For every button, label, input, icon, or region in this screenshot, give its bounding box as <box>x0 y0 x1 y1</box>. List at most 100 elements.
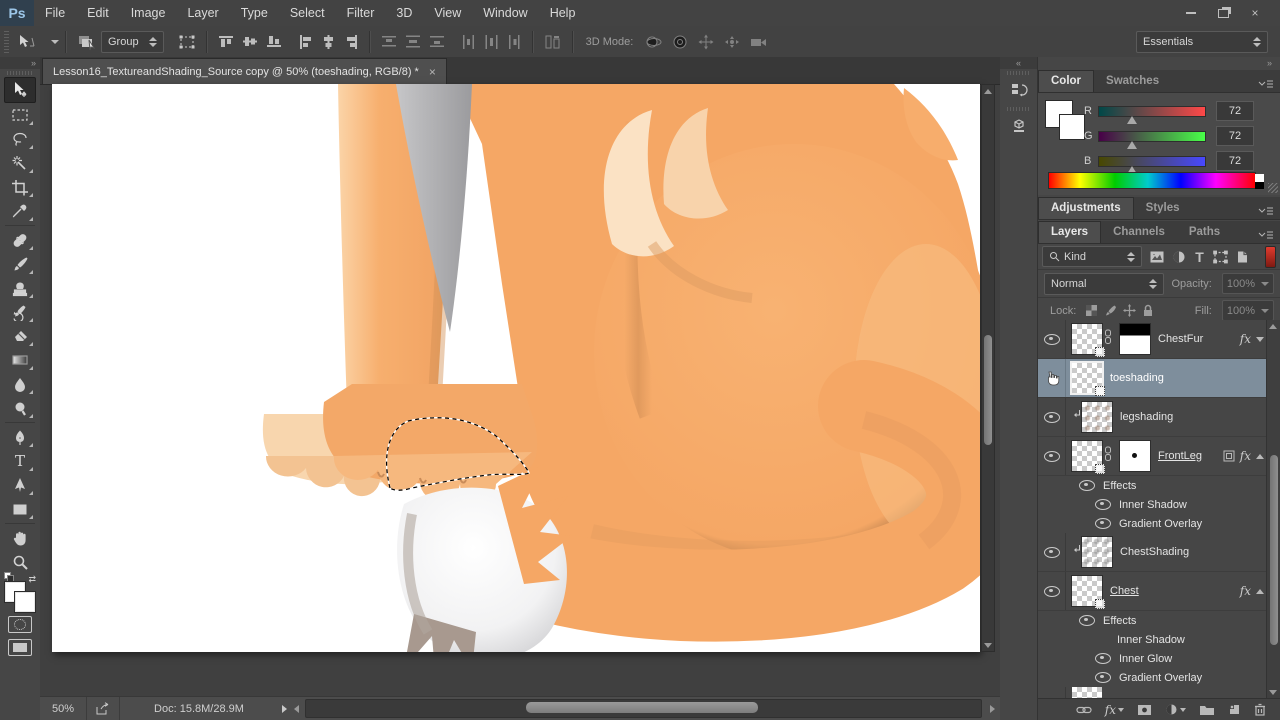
color-background-swatch[interactable] <box>1060 115 1084 139</box>
menu-image[interactable]: Image <box>120 0 177 26</box>
tool-lasso[interactable] <box>5 127 35 151</box>
distribute-horizontal-centers-icon[interactable] <box>480 30 503 54</box>
menu-window[interactable]: Window <box>472 0 538 26</box>
layer-row-toeshading[interactable]: toeshading <box>1038 359 1280 398</box>
eye-icon[interactable] <box>1095 518 1111 529</box>
layer-thumbnail[interactable] <box>1072 363 1105 396</box>
eye-icon[interactable] <box>1095 499 1111 510</box>
blue-slider[interactable] <box>1098 155 1206 174</box>
lock-transparency-icon[interactable] <box>1085 304 1098 317</box>
menu-file[interactable]: File <box>34 0 76 26</box>
layer-thumbnail[interactable] <box>1082 537 1112 567</box>
visibility-toggle[interactable] <box>1038 572 1066 610</box>
fx-badge[interactable]: fx <box>1240 449 1251 463</box>
move-tool-preset-icon[interactable] <box>13 30 41 54</box>
distribute-bottom-edges-icon[interactable] <box>425 30 449 54</box>
distribute-vertical-centers-icon[interactable] <box>401 30 425 54</box>
zoom-level[interactable]: 50% <box>40 703 86 715</box>
collapse-effects-icon[interactable] <box>1256 588 1264 594</box>
tool-blur[interactable] <box>5 372 35 396</box>
layer-thumbnail[interactable] <box>1072 576 1105 609</box>
scroll-down-icon[interactable] <box>982 639 994 651</box>
eye-icon[interactable] <box>1095 672 1111 683</box>
blend-mode-dropdown[interactable]: Normal <box>1044 272 1164 295</box>
fx-badge[interactable]: fx <box>1240 332 1251 346</box>
filter-kind-dropdown[interactable]: Kind <box>1042 246 1142 267</box>
tool-crop[interactable] <box>5 175 35 199</box>
align-right-edges-icon[interactable] <box>340 30 363 54</box>
align-left-edges-icon[interactable] <box>294 30 317 54</box>
layer-row-frontleg[interactable]: FrontLeg fx <box>1038 437 1280 476</box>
history-panel-icon[interactable] <box>1005 77 1033 103</box>
align-horizontal-centers-icon[interactable] <box>317 30 340 54</box>
blue-value[interactable]: 72 <box>1216 151 1254 171</box>
swap-colors-icon[interactable]: ⇄ <box>28 574 36 585</box>
document-tab[interactable]: Lesson16_TextureandShading_Source copy @… <box>42 58 447 84</box>
eye-icon[interactable] <box>1043 333 1060 345</box>
canvas-horizontal-scrollbar[interactable] <box>304 699 982 718</box>
lock-pixels-icon[interactable] <box>1104 304 1117 317</box>
layer-row-chest[interactable]: Chest fx <box>1038 572 1280 611</box>
add-layer-mask-icon[interactable] <box>1137 704 1152 716</box>
lock-position-icon[interactable] <box>1123 304 1137 317</box>
effect-row-inner-shadow[interactable]: Inner Shadow <box>1038 495 1280 514</box>
tab-color[interactable]: Color <box>1038 70 1095 92</box>
layer-mask-thumbnail[interactable] <box>1120 324 1150 354</box>
green-slider-thumb[interactable] <box>1126 140 1137 149</box>
visibility-toggle[interactable] <box>1038 398 1066 436</box>
tab-close-icon[interactable]: × <box>429 65 436 79</box>
tool-path-selection[interactable] <box>5 473 35 497</box>
tool-zoom[interactable] <box>5 550 35 574</box>
align-top-edges-icon[interactable] <box>214 30 238 54</box>
effects-header-row[interactable]: Effects <box>1038 476 1280 495</box>
filter-adjustment-layers-icon[interactable] <box>1172 250 1186 264</box>
menu-type[interactable]: Type <box>230 0 279 26</box>
canvas-vscroll-thumb[interactable] <box>984 335 992 445</box>
tool-move[interactable] <box>4 77 36 103</box>
menu-edit[interactable]: Edit <box>76 0 120 26</box>
collapse-effects-icon[interactable] <box>1256 336 1264 342</box>
default-colors-icon[interactable] <box>4 572 14 582</box>
color-spectrum-ramp[interactable] <box>1048 172 1256 189</box>
hscroll-right-icon[interactable] <box>986 703 998 715</box>
menu-filter[interactable]: Filter <box>336 0 386 26</box>
eye-icon[interactable] <box>1043 585 1060 597</box>
tool-spot-healing-brush[interactable] <box>5 228 35 252</box>
eye-icon[interactable] <box>1079 480 1095 491</box>
filter-smart-objects-icon[interactable] <box>1235 250 1249 264</box>
red-slider-thumb[interactable] <box>1126 115 1137 124</box>
eye-icon[interactable] <box>1043 546 1060 558</box>
tool-type[interactable]: T <box>5 449 35 473</box>
eye-icon[interactable] <box>1095 653 1111 664</box>
align-bottom-edges-icon[interactable] <box>262 30 286 54</box>
effect-row-inner-shadow-off[interactable]: Inner Shadow <box>1038 630 1280 649</box>
screen-mode-button[interactable] <box>8 639 32 656</box>
effects-header-row[interactable]: Effects <box>1038 611 1280 630</box>
menu-help[interactable]: Help <box>539 0 587 26</box>
layer-thumbnail[interactable] <box>1082 402 1112 432</box>
layer-name[interactable]: Chest <box>1110 585 1139 597</box>
layer-row-chestshading[interactable]: ChestShading <box>1038 533 1280 572</box>
lock-all-icon[interactable] <box>1142 304 1154 317</box>
tool-gradient[interactable] <box>5 348 35 372</box>
visibility-toggle[interactable] <box>1038 437 1066 475</box>
layer-thumbnail[interactable] <box>1072 441 1105 474</box>
layer-row-chestfur[interactable]: ChestFur fx <box>1038 320 1280 359</box>
background-color-swatch[interactable] <box>15 592 35 612</box>
export-icon[interactable] <box>87 697 119 720</box>
3d-slide-icon[interactable] <box>719 30 745 54</box>
layer-name[interactable]: toeshading <box>1110 372 1164 384</box>
eye-icon[interactable] <box>1043 450 1060 462</box>
effect-row-gradient-overlay[interactable]: Gradient Overlay <box>1038 514 1280 533</box>
filter-pixel-layers-icon[interactable] <box>1149 250 1165 264</box>
adjustments-menu-icon[interactable] <box>1258 203 1274 221</box>
close-button[interactable]: × <box>1244 6 1266 21</box>
layer-name[interactable]: ChestShading <box>1120 546 1189 558</box>
tool-eraser[interactable] <box>5 324 35 348</box>
3d-panel-icon[interactable] <box>1005 113 1033 139</box>
layer-thumbnail[interactable] <box>1072 324 1105 357</box>
distribute-top-edges-icon[interactable] <box>377 30 401 54</box>
panel-menu-icon[interactable] <box>1258 76 1274 94</box>
tool-clone-stamp[interactable] <box>5 276 35 300</box>
auto-align-icon[interactable] <box>540 30 566 54</box>
